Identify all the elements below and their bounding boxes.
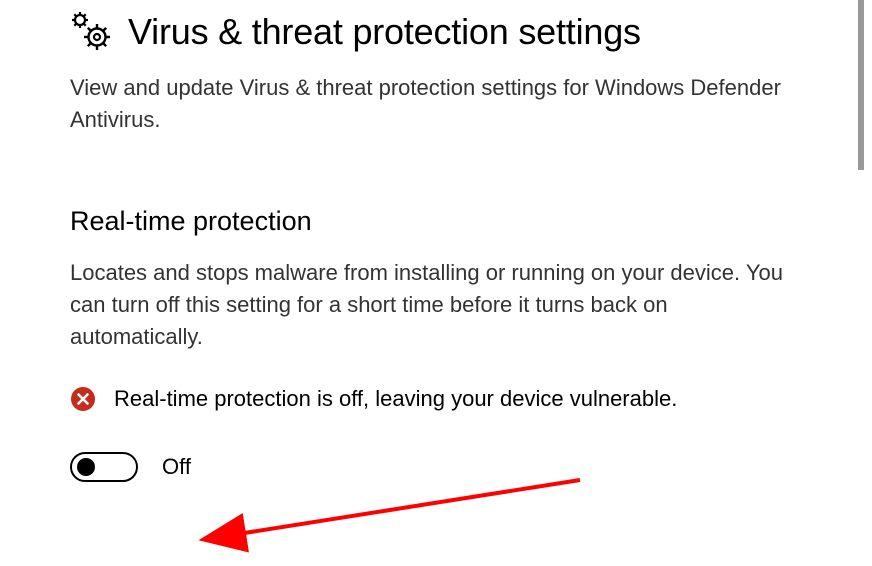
section-description-realtime: Locates and stops malware from installin… (70, 257, 802, 353)
vertical-scrollbar[interactable] (858, 0, 864, 170)
error-icon (70, 386, 96, 412)
page-title-row: Virus & threat protection settings (70, 10, 802, 54)
page-title: Virus & threat protection settings (128, 11, 641, 53)
toggle-knob (77, 458, 95, 476)
warning-text: Real-time protection is off, leaving you… (114, 386, 677, 412)
gear-icon (70, 10, 114, 54)
toggle-label: Off (162, 454, 191, 480)
warning-row: Real-time protection is off, leaving you… (70, 386, 802, 412)
toggle-row: Off (70, 452, 802, 482)
section-title-realtime: Real-time protection (70, 206, 802, 237)
realtime-protection-toggle[interactable] (70, 452, 138, 482)
page-description: View and update Virus & threat protectio… (70, 72, 802, 136)
